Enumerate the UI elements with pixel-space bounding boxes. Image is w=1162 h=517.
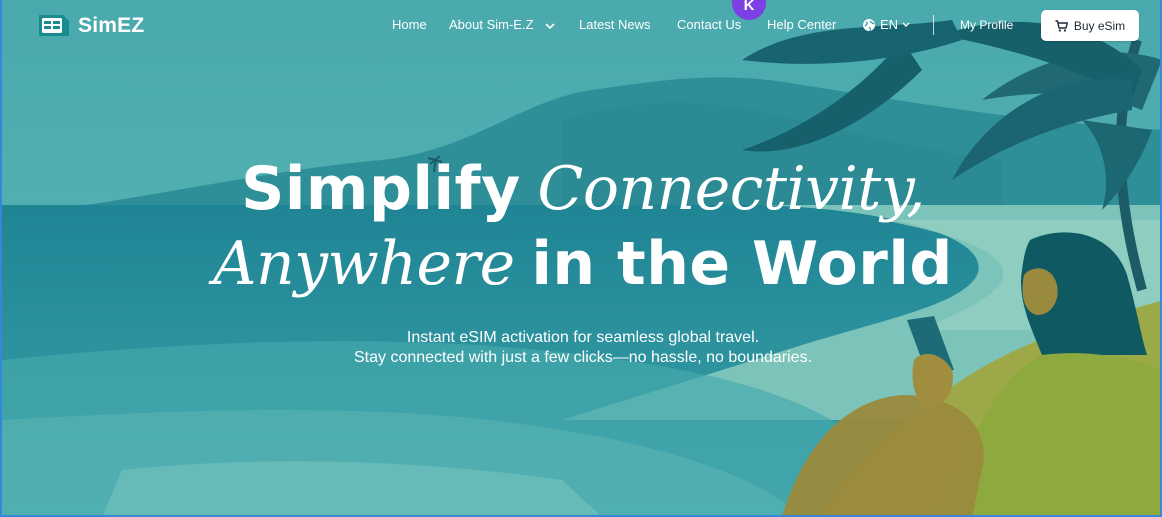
my-profile-link[interactable]: My Profile — [960, 18, 1013, 32]
top-navigation: SimEZ Home About Sim-E.Z Latest News Con… — [2, 0, 1160, 52]
avatar-initial: K — [743, 0, 755, 14]
brand-logo[interactable]: SimEZ — [37, 13, 144, 38]
sim-logo-icon — [39, 15, 69, 36]
language-selector[interactable]: EN — [862, 17, 910, 32]
buy-esim-label: Buy eSim — [1073, 18, 1126, 33]
hero-subtitle-line1: Instant eSIM activation for seamless glo… — [406, 329, 760, 346]
nav-link-latest-news[interactable]: Latest News — [579, 17, 651, 32]
nav-link-home[interactable]: Home — [392, 17, 427, 32]
hero-word-connectivity: Connectivity, — [537, 154, 925, 224]
cart-icon — [1055, 19, 1068, 32]
language-code: EN — [880, 17, 899, 32]
nav-link-about[interactable]: About Sim-E.Z — [449, 17, 555, 32]
globe-icon — [863, 18, 875, 31]
buy-esim-button[interactable]: Buy eSim — [1041, 10, 1139, 41]
hero-word-anywhere: Anywhere — [213, 229, 515, 299]
brand-name: SimEZ — [78, 13, 145, 37]
hero-subtitle-line2: Stay connected with just a few clicks—no… — [353, 349, 813, 366]
nav-link-contact-us[interactable]: Contact Us — [677, 17, 741, 32]
chevron-down-icon — [545, 22, 555, 29]
nav-link-help-center[interactable]: Help Center — [767, 17, 836, 32]
hero-heading-line1: Simplify Connectivity, — [2, 154, 1160, 224]
nav-divider — [933, 15, 934, 35]
page-frame: SimEZ Home About Sim-E.Z Latest News Con… — [0, 0, 1162, 517]
hero-word-simplify: Simplify — [241, 154, 521, 224]
hero-heading-line2: Anywhere in the World — [2, 229, 1160, 299]
nav-link-about-label: About Sim-E.Z — [449, 17, 534, 32]
chevron-down-icon — [902, 22, 910, 27]
hero-words-in-the-world: in the World — [531, 229, 953, 299]
